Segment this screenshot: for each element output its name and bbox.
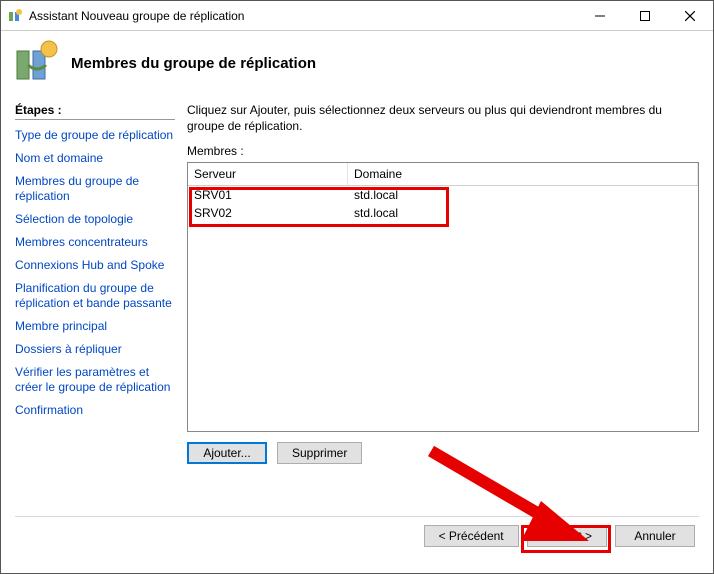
cell-domain: std.local: [348, 186, 698, 204]
remove-button[interactable]: Supprimer: [277, 442, 362, 464]
next-button[interactable]: Suivant >: [527, 525, 607, 547]
page-title: Membres du groupe de réplication: [71, 55, 316, 72]
step-review-create[interactable]: Vérifier les paramètres et créer le grou…: [15, 365, 175, 395]
wizard-window: Assistant Nouveau groupe de réplication …: [0, 0, 714, 574]
window-title: Assistant Nouveau groupe de réplication: [29, 9, 577, 23]
step-members[interactable]: Membres du groupe de réplication: [15, 174, 175, 204]
col-server[interactable]: Serveur: [188, 163, 348, 185]
replication-group-icon: [13, 39, 61, 87]
maximize-button[interactable]: [622, 1, 667, 30]
window-controls: [577, 1, 713, 30]
close-button[interactable]: [667, 1, 713, 30]
main-panel: Cliquez sur Ajouter, puis sélectionnez d…: [175, 103, 699, 517]
step-topology[interactable]: Sélection de topologie: [15, 212, 175, 227]
step-primary-member[interactable]: Membre principal: [15, 319, 175, 334]
minimize-button[interactable]: [577, 1, 622, 30]
table-row[interactable]: SRV01 std.local: [188, 186, 698, 204]
step-schedule-bandwidth[interactable]: Planification du groupe de réplication e…: [15, 281, 175, 311]
step-type[interactable]: Type de groupe de réplication: [15, 128, 175, 143]
cancel-button[interactable]: Annuler: [615, 525, 695, 547]
wizard-footer: < Précédent Suivant > Annuler: [1, 517, 713, 573]
col-domain[interactable]: Domaine: [348, 163, 698, 185]
cell-server: SRV01: [188, 186, 348, 204]
body: Étapes : Type de groupe de réplication N…: [1, 103, 713, 517]
steps-sidebar: Étapes : Type de groupe de réplication N…: [15, 103, 175, 517]
table-action-buttons: Ajouter... Supprimer: [187, 442, 699, 464]
step-confirmation[interactable]: Confirmation: [15, 403, 175, 418]
members-label: Membres :: [187, 144, 699, 158]
titlebar: Assistant Nouveau groupe de réplication: [1, 1, 713, 31]
add-button[interactable]: Ajouter...: [187, 442, 267, 464]
step-hub-spoke[interactable]: Connexions Hub and Spoke: [15, 258, 175, 273]
step-name-domain[interactable]: Nom et domaine: [15, 151, 175, 166]
steps-heading: Étapes :: [15, 103, 175, 120]
cell-server: SRV02: [188, 204, 348, 222]
cell-domain: std.local: [348, 204, 698, 222]
step-folders[interactable]: Dossiers à répliquer: [15, 342, 175, 357]
table-header: Serveur Domaine: [188, 163, 698, 186]
footer-separator: [15, 516, 699, 517]
previous-button[interactable]: < Précédent: [424, 525, 519, 547]
table-row[interactable]: SRV02 std.local: [188, 204, 698, 222]
instruction-text: Cliquez sur Ajouter, puis sélectionnez d…: [187, 103, 699, 134]
app-icon: [7, 8, 23, 24]
members-table[interactable]: Serveur Domaine SRV01 std.local SRV02 st…: [187, 162, 699, 432]
step-hub-members[interactable]: Membres concentrateurs: [15, 235, 175, 250]
page-header: Membres du groupe de réplication: [1, 31, 713, 103]
